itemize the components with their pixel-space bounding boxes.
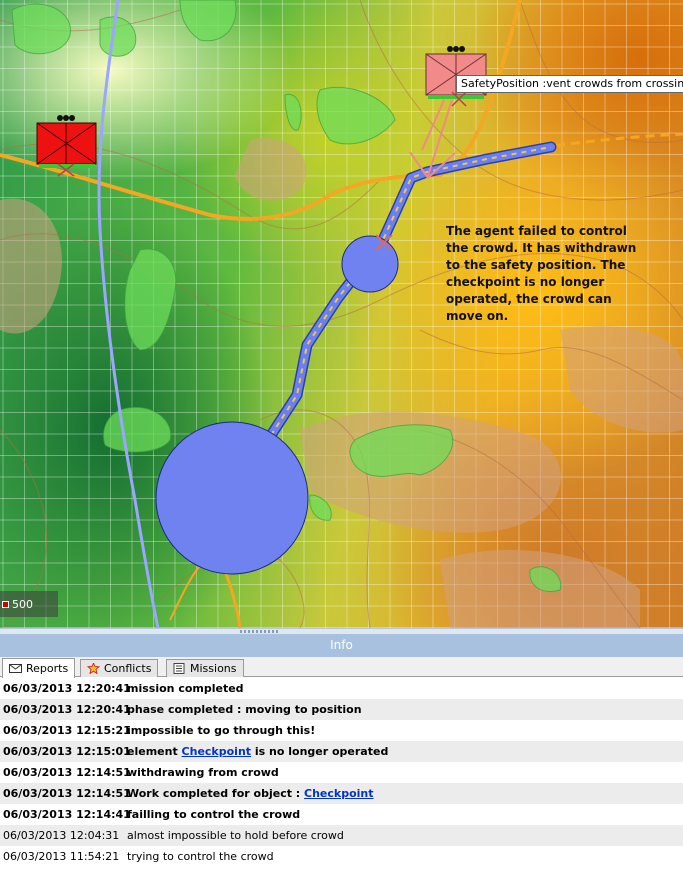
report-message: withdrawing from crowd bbox=[127, 766, 279, 779]
report-message: element Checkpoint is no longer operated bbox=[127, 745, 388, 758]
report-timestamp: 06/03/2013 12:14:51 bbox=[3, 766, 131, 779]
report-message-prefix: element bbox=[127, 745, 182, 758]
report-message: almost impossible to hold before crowd bbox=[127, 829, 344, 842]
report-message: mission completed bbox=[127, 682, 244, 695]
scale-swatch bbox=[2, 600, 9, 608]
app-window: SafetyPosition :vent crowds from crossin… bbox=[0, 0, 683, 871]
unit-tooltip: SafetyPosition :vent crowds from crossin… bbox=[456, 75, 683, 93]
report-row[interactable]: 06/03/2013 11:54:21 trying to control th… bbox=[0, 846, 683, 867]
crowd-area-large[interactable] bbox=[155, 421, 309, 575]
tab-conflicts-label: Conflicts bbox=[104, 662, 152, 675]
report-message-prefix: Work completed for object : bbox=[127, 787, 305, 800]
splitter-grip[interactable] bbox=[240, 630, 280, 633]
report-message: phase completed : moving to position bbox=[127, 703, 362, 716]
report-timestamp: 06/03/2013 12:14:51 bbox=[3, 787, 131, 800]
report-row[interactable]: 06/03/2013 12:14:41 failling to control … bbox=[0, 804, 683, 825]
info-tabbar: Reports Conflicts Missions bbox=[0, 657, 683, 678]
report-timestamp: 06/03/2013 11:54:21 bbox=[3, 850, 120, 863]
map-scale-box: 500 bbox=[0, 591, 58, 617]
report-row[interactable]: 06/03/2013 12:04:31 almost impossible to… bbox=[0, 825, 683, 846]
report-timestamp: 06/03/2013 12:15:01 bbox=[3, 745, 131, 758]
terrain-patches bbox=[0, 138, 683, 628]
reports-list: 06/03/2013 12:20:41 mission completed 06… bbox=[0, 678, 683, 871]
crowd-area-small[interactable] bbox=[341, 235, 399, 293]
report-message: Work completed for object : Checkpoint bbox=[127, 787, 374, 800]
report-message: failling to control the crowd bbox=[127, 808, 301, 821]
hostile-unit-symbol[interactable] bbox=[36, 115, 97, 177]
report-timestamp: 06/03/2013 12:20:41 bbox=[3, 703, 131, 716]
tab-reports-label: Reports bbox=[26, 662, 69, 675]
report-row[interactable]: 06/03/2013 12:14:51 withdrawing from cro… bbox=[0, 762, 683, 783]
info-panel-header: Info bbox=[0, 634, 683, 657]
report-row[interactable]: 06/03/2013 12:15:21 impossible to go thr… bbox=[0, 720, 683, 741]
tab-reports[interactable]: Reports bbox=[2, 658, 76, 678]
checkpoint-link[interactable]: Checkpoint bbox=[182, 745, 252, 758]
list-icon bbox=[173, 663, 185, 674]
envelope-icon bbox=[9, 664, 22, 673]
report-timestamp: 06/03/2013 12:15:21 bbox=[3, 724, 131, 737]
tab-conflicts[interactable]: Conflicts bbox=[80, 659, 159, 677]
report-message: trying to control the crowd bbox=[127, 850, 274, 863]
report-row[interactable]: 06/03/2013 12:20:41 phase completed : mo… bbox=[0, 699, 683, 720]
checkpoint-link[interactable]: Checkpoint bbox=[304, 787, 374, 800]
report-message-suffix: is no longer operated bbox=[251, 745, 389, 758]
map-annotation-note: The agent failed to control the crowd. I… bbox=[446, 224, 637, 323]
report-timestamp: 06/03/2013 12:14:41 bbox=[3, 808, 131, 821]
report-row[interactable]: 06/03/2013 12:15:01 element Checkpoint i… bbox=[0, 741, 683, 762]
tab-missions[interactable]: Missions bbox=[166, 659, 244, 677]
report-row[interactable]: 06/03/2013 12:14:51 Work completed for o… bbox=[0, 783, 683, 804]
report-row[interactable]: 06/03/2013 12:20:41 mission completed bbox=[0, 678, 683, 699]
report-timestamp: 06/03/2013 12:20:41 bbox=[3, 682, 131, 695]
star-burst-icon bbox=[87, 663, 100, 674]
report-timestamp: 06/03/2013 12:04:31 bbox=[3, 829, 120, 842]
tactical-map[interactable]: SafetyPosition :vent crowds from crossin… bbox=[0, 0, 683, 628]
scale-label: 500 bbox=[12, 597, 33, 611]
tab-missions-label: Missions bbox=[190, 662, 237, 675]
report-message: impossible to go through this! bbox=[127, 724, 316, 737]
